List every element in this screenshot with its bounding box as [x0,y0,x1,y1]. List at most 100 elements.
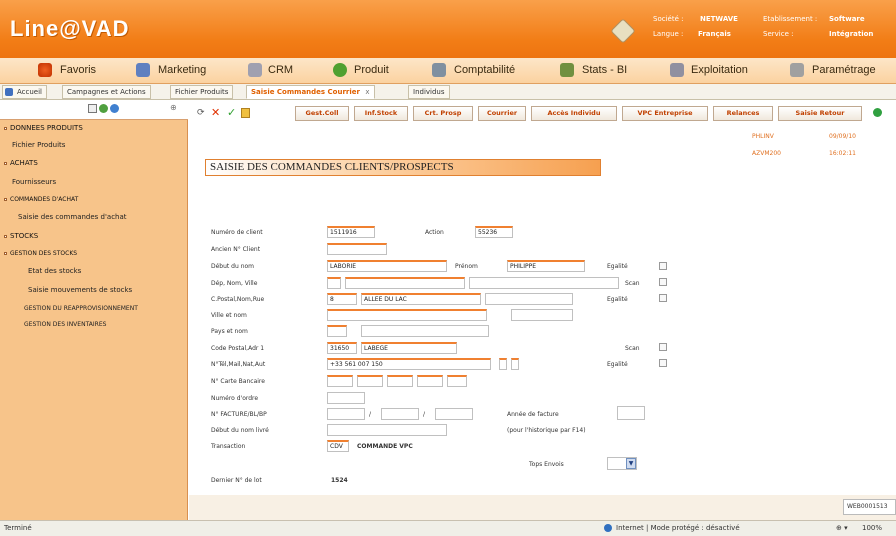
tops-envois-label: Tops Envois [529,461,564,468]
main-content: ⟳ ✕ ✓ Gest.Coll Inf.Stock Crt. Prosp Cou… [189,100,896,520]
pays-nom-label: Pays et nom [211,328,248,335]
scan-label: Scan [625,280,640,287]
sidebar-item-achats[interactable]: ACHATS [4,159,38,167]
sidebar-item-mouvements-stocks[interactable]: Saisie mouvements de stocks [28,286,132,294]
gest-coll-button[interactable]: Gest.Coll [295,106,349,121]
numero-client-field[interactable]: 1511916 [327,226,375,238]
close-icon[interactable]: x [365,88,369,96]
debut-nom-field[interactable]: LABORIE [327,260,447,272]
egalite-checkbox-2[interactable] [659,294,667,302]
tab-individus[interactable]: Individus [408,85,450,99]
saisie-retour-button[interactable]: Saisie Retour [778,106,862,121]
validate-icon[interactable]: ✓ [227,106,236,119]
facture-field-3[interactable] [435,408,473,420]
egalite-label: Egalité [607,263,628,270]
refresh-icon[interactable] [99,104,108,113]
tab-fichier-produits[interactable]: Fichier Produits [170,85,234,99]
dep-field[interactable] [327,277,341,289]
facture-label: N° FACTURE/BL/BP [211,411,267,418]
facture-field-2[interactable] [381,408,419,420]
carte-field-3[interactable] [387,375,413,387]
action-field[interactable]: 55236 [475,226,513,238]
sidebar-label: COMMANDES D'ACHAT [10,196,79,203]
zoom-level[interactable]: 100% [862,524,882,532]
code-postal-field[interactable]: 31650 [327,342,357,354]
carte-field-5[interactable] [447,375,467,387]
zoom-menu-icon[interactable]: ⊕ ▾ [836,524,848,532]
etablissement-label: Etablissement : [763,15,818,23]
carte-field-4[interactable] [417,375,443,387]
rue-extra-field[interactable] [485,293,573,305]
tab-campagnes[interactable]: Campagnes et Actions [62,85,151,99]
sidebar-item-fournisseurs[interactable]: Fournisseurs [12,178,56,186]
transaction-code-field[interactable]: CDV [327,440,349,452]
prenom-field[interactable]: PHILIPPE [507,260,585,272]
sidebar-item-saisie-commandes-achat[interactable]: Saisie des commandes d'achat [18,213,127,221]
add-icon[interactable] [873,108,882,117]
ville-nom-field[interactable] [327,309,487,321]
carte-field-2[interactable] [357,375,383,387]
inf-stock-button[interactable]: Inf.Stock [354,106,408,121]
egalite-checkbox-3[interactable] [659,359,667,367]
courrier-button[interactable]: Courrier [478,106,526,121]
sidebar-item-reapprovisionnement[interactable]: GESTION DU REAPPROVISIONNEMENT [24,305,138,312]
annee-facture-field[interactable] [617,406,645,420]
menu-produit[interactable]: Produit [354,64,389,76]
sidebar-item-donnees-produits[interactable]: DONNEES PRODUITS [4,124,83,132]
nav-icon[interactable] [110,104,119,113]
menu-favoris[interactable]: Favoris [60,64,96,76]
menu-parametrage[interactable]: Paramétrage [812,64,876,76]
ordre-field[interactable] [327,392,365,404]
vpc-entreprise-button[interactable]: VPC Entreprise [622,106,708,121]
main-menu: Favoris Marketing CRM Produit Comptabili… [0,58,896,84]
egalite-checkbox[interactable] [659,262,667,270]
tab-saisie-commandes[interactable]: Saisie Commandes Courrier x [246,85,375,99]
cp-num-field[interactable]: 8 [327,293,357,305]
nom-ville-field[interactable] [345,277,465,289]
sidebar-item-stocks[interactable]: STOCKS [4,232,38,240]
collapse-icon[interactable] [88,104,97,113]
ancien-client-field[interactable] [327,243,387,255]
sidebar-item-gestion-stocks[interactable]: GESTION DES STOCKS [4,250,77,257]
ville-field[interactable] [469,277,619,289]
sidebar: ⊕ DONNEES PRODUITS Fichier Produits ACHA… [0,100,188,520]
egalite-label-3: Egalité [607,361,628,368]
session-code: WEB0001513 [843,499,896,515]
nom-livre-field[interactable] [327,424,447,436]
marketing-icon [136,63,150,77]
scan-checkbox[interactable] [659,278,667,286]
facture-field-1[interactable] [327,408,365,420]
pays-code-field[interactable] [327,325,347,337]
menu-crm[interactable]: CRM [268,64,293,76]
nav-back-icon[interactable]: ⟳ [197,108,205,118]
adr1-field[interactable]: LABEGE [361,342,457,354]
menu-marketing[interactable]: Marketing [158,64,206,76]
delete-icon[interactable]: ✕ [211,106,220,119]
cp-rue-field[interactable]: ALLEE DU LAC [361,293,481,305]
page-title: SAISIE DES COMMANDES CLIENTS/PROSPECTS [205,159,601,176]
menu-exploitation[interactable]: Exploitation [691,64,748,76]
sidebar-item-fichier-produits[interactable]: Fichier Produits [12,141,65,149]
pin-icon[interactable]: ⊕ [170,103,177,112]
menu-comptabilite[interactable]: Comptabilité [454,64,515,76]
sidebar-item-commandes-achat[interactable]: COMMANDES D'ACHAT [4,196,78,203]
document-icon[interactable] [241,108,250,118]
carte-field-1[interactable] [327,375,353,387]
menu-stats[interactable]: Stats - BI [582,64,627,76]
nat-field[interactable] [499,358,507,370]
acces-individu-button[interactable]: Accès Individu [531,106,617,121]
chevron-down-icon[interactable]: ▼ [626,458,636,469]
ville-nom-extra-field[interactable] [511,309,573,321]
tel-field[interactable]: +33 561 007 150 [327,358,491,370]
user-code: PHLINV [752,133,774,140]
relances-button[interactable]: Relances [713,106,773,121]
pays-nom-field[interactable] [361,325,489,337]
crm-icon [248,63,262,77]
sidebar-item-etat-stocks[interactable]: Etat des stocks [28,267,81,275]
scan-checkbox-2[interactable] [659,343,667,351]
status-text: Terminé [4,524,32,532]
globe-icon [604,524,612,532]
crt-prosp-button[interactable]: Crt. Prosp [413,106,473,121]
sidebar-item-inventaires[interactable]: GESTION DES INVENTAIRES [24,321,106,328]
aut-field[interactable] [511,358,519,370]
